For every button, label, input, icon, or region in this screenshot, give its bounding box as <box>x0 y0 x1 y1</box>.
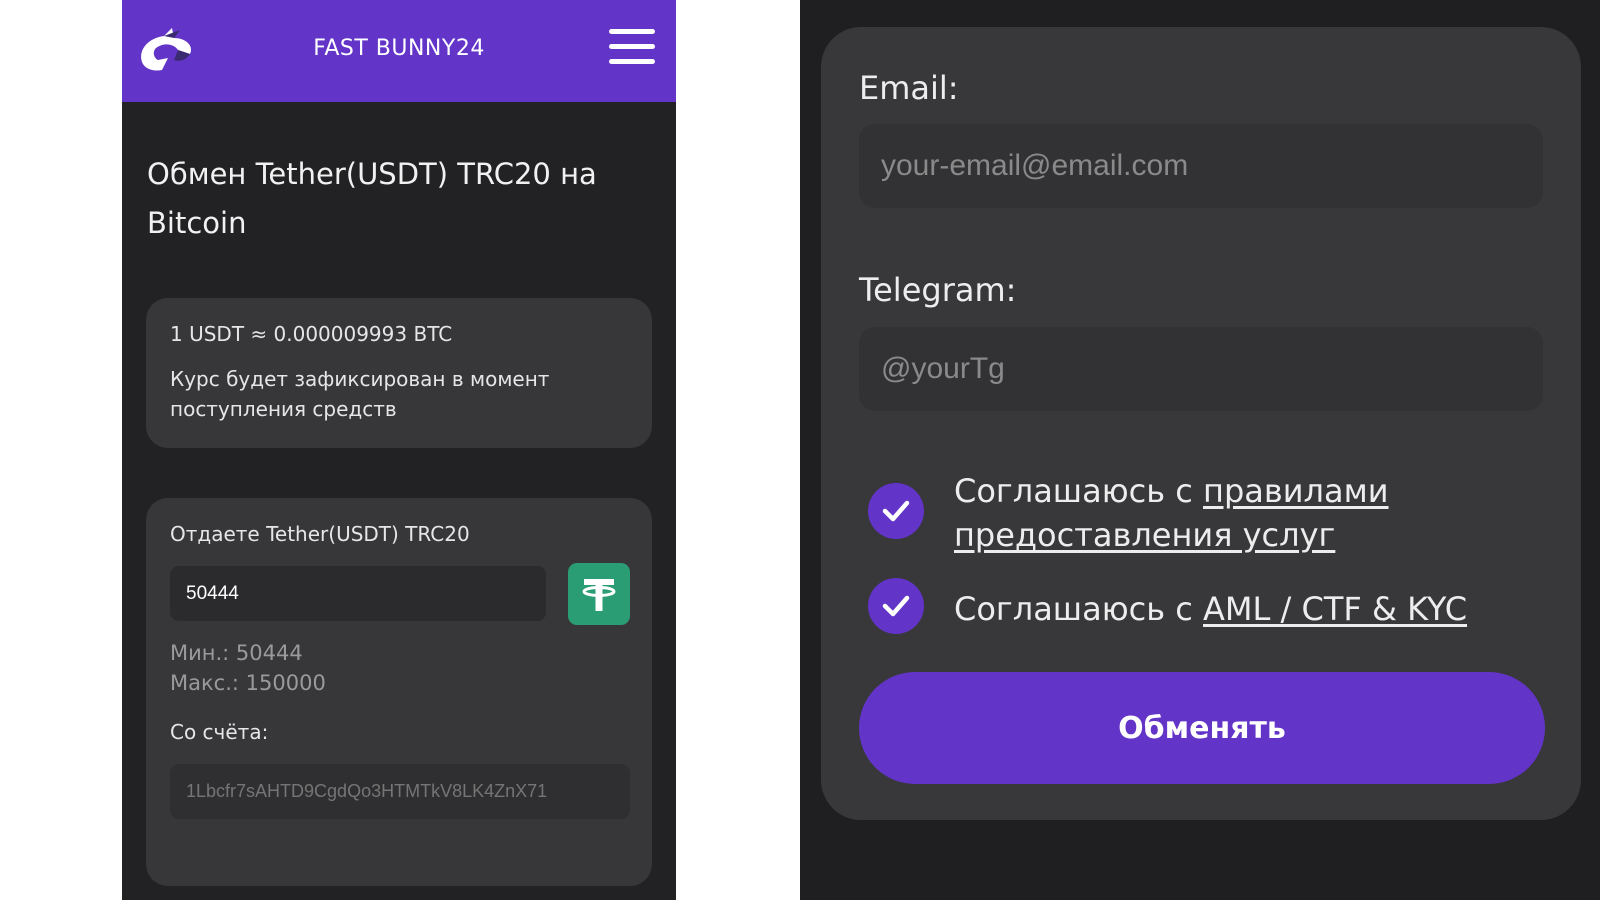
top-bar: FAST BUNNY24 <box>122 0 676 102</box>
rate-card: 1 USDT ≈ 0.000009993 BTC Курс будет зафи… <box>146 298 652 448</box>
max-amount: Макс.: 150000 <box>170 671 326 695</box>
exchange-rate: 1 USDT ≈ 0.000009993 BTC <box>170 322 453 346</box>
agree-aml-text: Соглашаюсь с AML / CTF & KYC <box>954 587 1544 631</box>
page-title: Обмен Tether(USDT) TRC20 на Bitcoin <box>147 157 597 240</box>
min-amount: Мин.: 50444 <box>170 641 303 665</box>
email-label: Email: <box>859 69 959 107</box>
brand-name: FAST BUNNY24 <box>313 36 485 61</box>
limits: Мин.: 50444 Макс.: 150000 <box>170 638 326 698</box>
exchange-button[interactable]: Обменять <box>859 672 1545 784</box>
account-input[interactable] <box>170 764 630 819</box>
account-label: Со счёта: <box>170 720 269 744</box>
aml-checkbox[interactable] <box>868 578 924 634</box>
check-icon <box>882 595 910 617</box>
contact-screen: Email: Telegram: Соглашаюсь с правилами … <box>800 0 1600 900</box>
telegram-label: Telegram: <box>859 271 1017 309</box>
rules-checkbox[interactable] <box>868 483 924 539</box>
agree-rules-text: Соглашаюсь с правилами предоставления ус… <box>954 469 1544 557</box>
coin-selector[interactable] <box>568 563 630 625</box>
email-field[interactable] <box>859 124 1543 208</box>
check-icon <box>882 500 910 522</box>
give-card: Отдаете Tether(USDT) TRC20 Мин.: 50444 М… <box>146 498 652 886</box>
amount-input[interactable] <box>170 566 546 621</box>
exchange-screen: FAST BUNNY24 Обмен Tether(USDT) TRC20 на… <box>122 0 676 900</box>
telegram-field[interactable] <box>859 327 1543 411</box>
aml-link[interactable]: AML / CTF & KYC <box>1203 590 1467 628</box>
hamburger-menu-icon[interactable] <box>609 26 657 68</box>
give-label: Отдаете Tether(USDT) TRC20 <box>170 522 470 546</box>
tether-icon <box>582 579 616 611</box>
agree-prefix: Соглашаюсь с <box>954 472 1204 510</box>
agree-prefix: Соглашаюсь с <box>954 590 1204 628</box>
rate-note: Курс будет зафиксирован в момент поступл… <box>170 367 550 421</box>
contact-form-panel: Email: Telegram: Соглашаюсь с правилами … <box>821 27 1581 820</box>
